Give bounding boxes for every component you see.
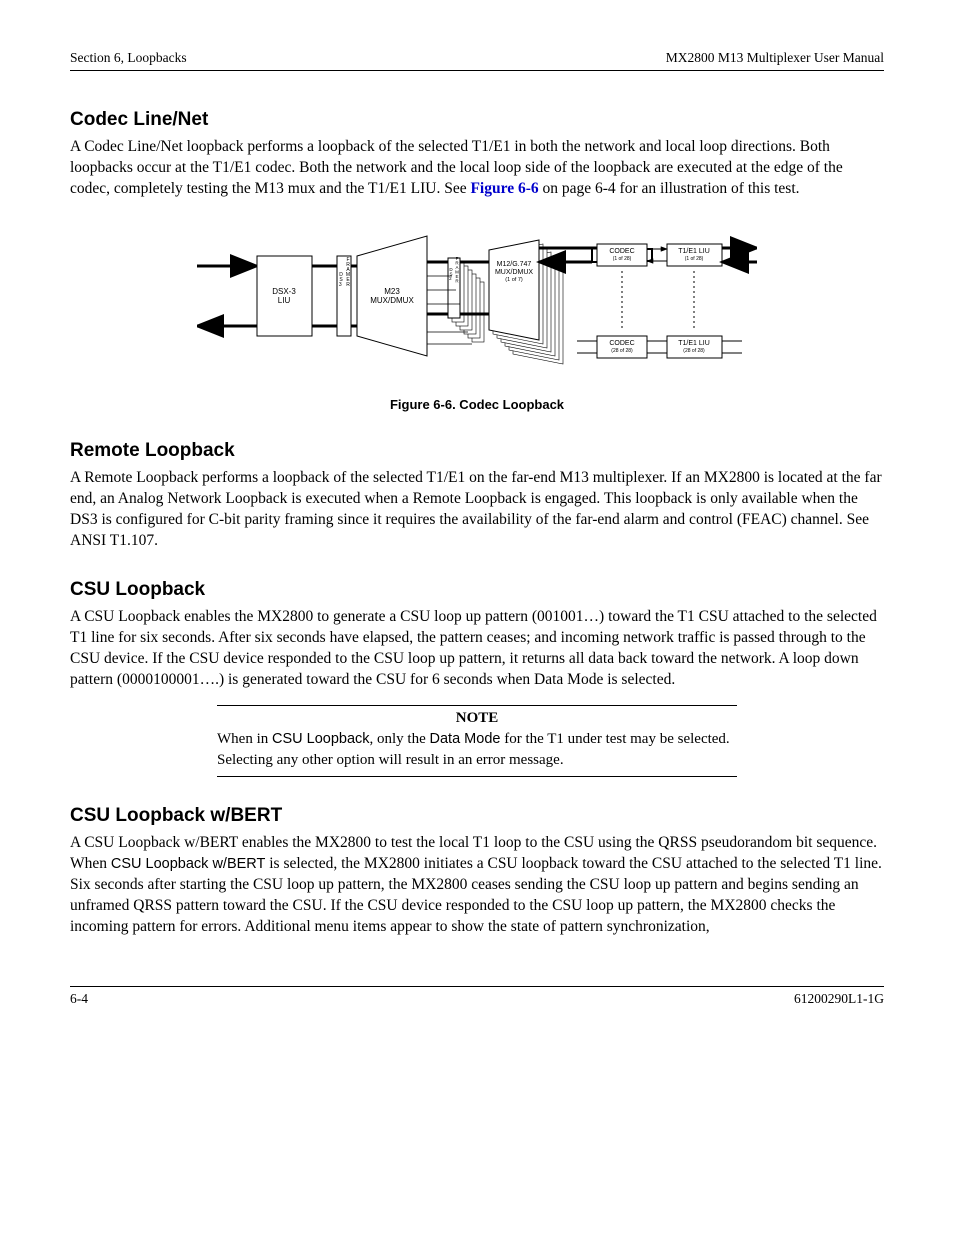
heading-csu-loopback-bert: CSU Loopback w/BERT [70, 805, 884, 827]
note-title: NOTE [217, 710, 737, 727]
text: on page 6-4 for an illustration of this … [539, 180, 800, 197]
label-codec1-sub: (1 of 28) [613, 256, 632, 262]
text: When in [217, 731, 272, 747]
stack-ds2-m12: DS2 FRAMER M12/G.747MUX/DMUX(1 of 7) [448, 240, 563, 364]
text-sans: CSU Loopback [272, 731, 370, 747]
label-liu28-sub: (28 of 28) [683, 348, 705, 354]
heading-codec-line-net: Codec Line/Net [70, 109, 884, 131]
header-left: Section 6, Loopbacks [70, 50, 187, 66]
text-sans: CSU Loopback w/BERT [111, 856, 265, 872]
label-codec1: CODEC [609, 248, 634, 255]
page-footer: 6-4 61200290L1-1G [70, 986, 884, 1007]
label-liu1-sub: (1 of 28) [685, 256, 704, 262]
header-rule [70, 70, 884, 71]
label-liu1: T1/E1 LIU [678, 248, 710, 255]
note-body: When in CSU Loopback, only the Data Mode… [217, 729, 737, 770]
text-sans: Data Mode [430, 731, 501, 747]
heading-csu-loopback: CSU Loopback [70, 579, 884, 601]
page-header: Section 6, Loopbacks MX2800 M13 Multiple… [70, 50, 884, 66]
figure-codec-loopback: DSX-3LIU DS3 FRAMER M23MUX/DMUX DS2 FRAM… [70, 226, 884, 391]
label-liu28: T1/E1 LIU [678, 340, 710, 347]
diagram-svg: DSX-3LIU DS3 FRAMER M23MUX/DMUX DS2 FRAM… [197, 226, 757, 386]
footer-page-number: 6-4 [70, 991, 88, 1007]
text: , only the [370, 731, 430, 747]
label-codec28: CODEC [609, 340, 634, 347]
label-codec28-sub: (28 of 28) [611, 348, 633, 354]
figure-caption: Figure 6-6. Codec Loopback [70, 397, 884, 412]
figure-link[interactable]: Figure 6-6 [470, 180, 538, 197]
paragraph-remote: A Remote Loopback performs a loopback of… [70, 468, 884, 552]
paragraph-codec: A Codec Line/Net loopback performs a loo… [70, 137, 884, 200]
paragraph-csu: A CSU Loopback enables the MX2800 to gen… [70, 607, 884, 691]
paragraph-csu-bert: A CSU Loopback w/BERT enables the MX2800… [70, 833, 884, 938]
header-right: MX2800 M13 Multiplexer User Manual [666, 50, 884, 66]
note-block: NOTE When in CSU Loopback, only the Data… [217, 705, 737, 777]
footer-doc-id: 61200290L1-1G [794, 991, 884, 1007]
heading-remote-loopback: Remote Loopback [70, 440, 884, 462]
